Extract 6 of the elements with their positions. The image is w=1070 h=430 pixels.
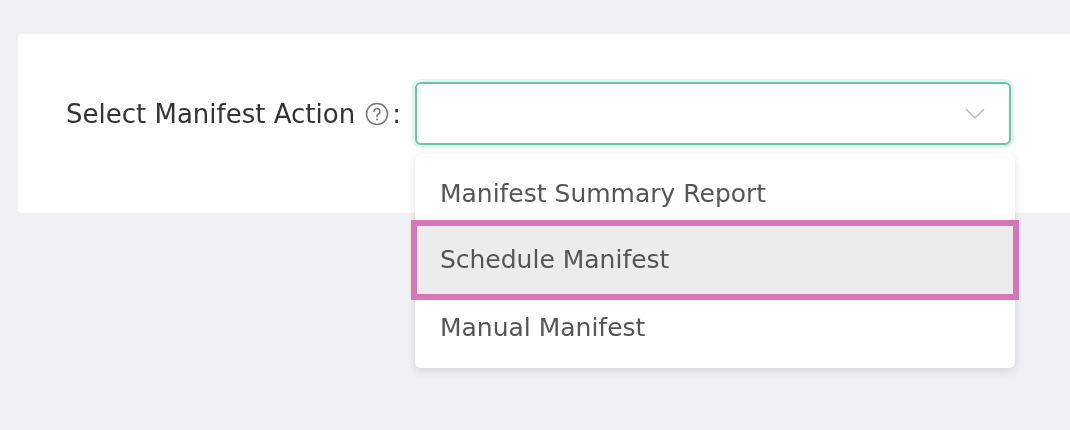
help-icon[interactable] bbox=[365, 101, 390, 126]
chevron-down-icon bbox=[964, 107, 985, 120]
dropdown-option[interactable]: Schedule Manifest bbox=[410, 220, 1019, 300]
field-label: Select Manifest Action bbox=[66, 98, 356, 129]
label-colon: : bbox=[392, 98, 401, 129]
select-field[interactable] bbox=[414, 82, 1011, 145]
